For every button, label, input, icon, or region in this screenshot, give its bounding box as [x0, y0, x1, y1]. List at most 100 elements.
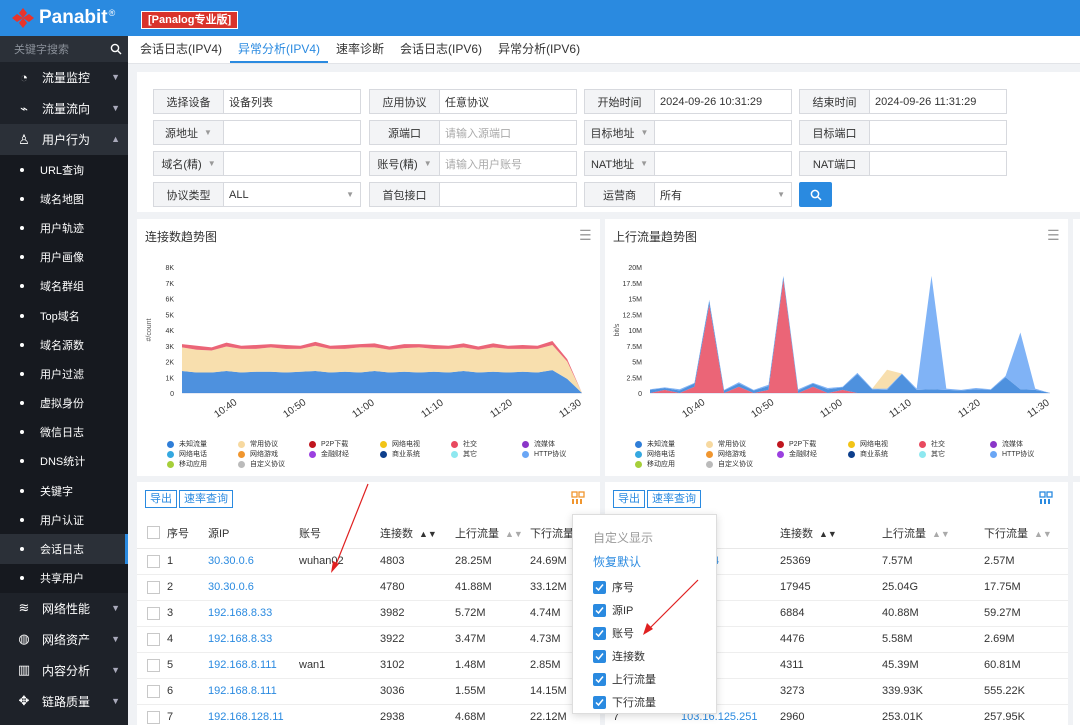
search-button[interactable] — [799, 182, 832, 207]
sidebar-subitem[interactable]: 微信日志 — [0, 417, 128, 447]
sidebar-item-link-quality[interactable]: ✥ 链路质量 ▼ — [0, 686, 128, 717]
sidebar-subitem[interactable]: 用户过滤 — [0, 359, 128, 389]
sort-icon[interactable]: ▲▼ — [932, 529, 950, 539]
legend-item[interactable]: 其它 — [451, 449, 477, 459]
src-ip-link[interactable]: 30.30.0.6 — [208, 548, 299, 575]
account-label[interactable]: 账号(精) ▼ — [370, 152, 440, 175]
sidebar-item-traffic-flow[interactable]: ⌁ 流量流向 ▼ — [0, 93, 128, 124]
area-series-社交[interactable] — [650, 279, 1050, 393]
col-connections[interactable]: 连接数 ▲▼ — [780, 518, 882, 549]
legend-item[interactable]: HTTP协议 — [990, 449, 1034, 459]
sidebar-subitem[interactable]: 用户认证 — [0, 505, 128, 535]
legend-item[interactable]: P2P下载 — [309, 439, 348, 449]
row-checkbox[interactable] — [147, 606, 160, 620]
legend-item[interactable]: 移动应用 — [635, 459, 675, 469]
legend-item[interactable]: 社交 — [919, 439, 945, 449]
legend-item[interactable]: 网络电视 — [380, 439, 420, 449]
table-row[interactable]: 2 30.30.0.6 4780 41.88M 33.12M — [137, 574, 600, 601]
col-connections[interactable]: 连接数 ▲▼ — [380, 518, 455, 549]
dst-addr-field[interactable]: 目标地址 ▼ — [584, 120, 792, 145]
sort-icon[interactable]: ▲▼ — [1034, 529, 1052, 539]
legend-item[interactable]: 未知流量 — [635, 439, 675, 449]
device-field[interactable]: 选择设备 设备列表 — [153, 89, 361, 114]
legend-item[interactable]: HTTP协议 — [522, 449, 566, 459]
domain-field[interactable]: 域名(精) ▼ — [153, 151, 361, 176]
legend-item[interactable]: 网络电话 — [167, 449, 207, 459]
src-addr-field[interactable]: 源地址 ▼ — [153, 120, 361, 145]
row-checkbox[interactable] — [147, 632, 160, 646]
legend-item[interactable]: 其它 — [919, 449, 945, 459]
brand-logo[interactable]: Panabit ® — [10, 6, 115, 30]
reset-default-link[interactable]: 恢复默认 — [593, 553, 641, 570]
sort-icon[interactable]: ▲▼ — [505, 529, 523, 539]
nat-port-field[interactable]: NAT端口 — [799, 151, 1007, 176]
tab-session-log-ipv6[interactable]: 会话日志(IPV6) — [392, 37, 490, 63]
rate-query-button[interactable]: 速率查询 — [179, 490, 233, 508]
columns-config-icon[interactable] — [571, 491, 585, 505]
col-download[interactable]: 下行流量 ▲▼ — [984, 518, 1068, 549]
src-ip-link[interactable]: 192.168.8.111 — [208, 678, 299, 705]
row-select-cell[interactable] — [137, 574, 167, 601]
src-ip-link[interactable]: 192.168.128.11 — [208, 704, 299, 725]
sidebar-subitem[interactable]: DNS统计 — [0, 446, 128, 477]
select-all-cell[interactable] — [137, 518, 167, 549]
tab-anomaly-ipv6[interactable]: 异常分析(IPV6) — [490, 37, 588, 63]
row-select-cell[interactable] — [137, 548, 167, 575]
column-option[interactable]: 源IP — [593, 602, 633, 618]
sidebar-item-traffic-monitor[interactable]: ◔ 流量监控 ▼ — [0, 62, 128, 93]
legend-item[interactable]: 社交 — [451, 439, 477, 449]
row-checkbox[interactable] — [147, 580, 160, 594]
sidebar-subitem[interactable]: Top域名 — [0, 300, 128, 331]
row-checkbox[interactable] — [147, 710, 160, 724]
sidebar-item-user-behavior[interactable]: ♙ 用户行为 ▲ — [0, 124, 128, 155]
sort-icon[interactable]: ▲▼ — [419, 529, 437, 539]
nat-addr-label[interactable]: NAT地址 ▼ — [585, 152, 655, 175]
sidebar-subitem[interactable]: 关键字 — [0, 476, 128, 506]
table-row[interactable]: 3 192.168.8.33 3982 5.72M 4.74M — [137, 600, 600, 627]
column-option[interactable]: 序号 — [593, 579, 634, 595]
rate-query-button[interactable]: 速率查询 — [647, 490, 701, 508]
sidebar-subitem[interactable]: 会话日志 — [0, 534, 128, 564]
legend-item[interactable]: 网络游戏 — [238, 449, 278, 459]
legend-item[interactable]: 流媒体 — [522, 439, 555, 449]
table-row[interactable]: 7 192.168.128.11 2938 4.68M 22.12M — [137, 704, 600, 725]
checkbox-checked-icon[interactable] — [593, 695, 606, 709]
sidebar-subitem[interactable]: 域名群组 — [0, 271, 128, 301]
legend-item[interactable]: 常用协议 — [238, 439, 278, 449]
sidebar-subitem[interactable]: 域名源数 — [0, 330, 128, 360]
sidebar-subitem[interactable]: 虚拟身份 — [0, 388, 128, 418]
columns-config-icon[interactable] — [1039, 491, 1053, 505]
legend-item[interactable]: 常用协议 — [706, 439, 746, 449]
column-option[interactable]: 下行流量 — [593, 694, 656, 710]
table-row[interactable]: 5 192.168.8.111 wan1 3102 1.48M 2.85M — [137, 652, 600, 679]
dst-addr-label[interactable]: 目标地址 ▼ — [585, 121, 655, 144]
isp-select[interactable]: 运营商 所有 ▼ — [584, 182, 792, 207]
sidebar-subitem[interactable]: 用户画像 — [0, 242, 128, 272]
sort-icon[interactable]: ▲▼ — [819, 529, 837, 539]
row-select-cell[interactable] — [137, 678, 167, 705]
sidebar-subitem[interactable]: 用户轨迹 — [0, 213, 128, 243]
checkbox-checked-icon[interactable] — [593, 580, 606, 594]
table-row[interactable]: 1 30.30.0.6 wuhan02 4803 28.25M 24.69M — [137, 548, 600, 575]
tab-rate-diagnosis[interactable]: 速率诊断 — [328, 37, 392, 63]
checkbox-checked-icon[interactable] — [593, 603, 606, 617]
row-checkbox[interactable] — [147, 658, 160, 672]
search-icon[interactable] — [110, 43, 122, 55]
legend-item[interactable]: 网络电话 — [635, 449, 675, 459]
legend-item[interactable]: 网络电视 — [848, 439, 888, 449]
tab-anomaly-ipv4[interactable]: 异常分析(IPV4) — [230, 37, 329, 63]
row-checkbox[interactable] — [147, 554, 160, 568]
src-ip-link[interactable]: 30.30.0.6 — [208, 574, 299, 601]
tab-session-log-ipv4[interactable]: 会话日志(IPV4) — [132, 37, 230, 63]
column-option[interactable]: 上行流量 — [593, 671, 656, 687]
nat-addr-field[interactable]: NAT地址 ▼ — [584, 151, 792, 176]
sidebar-search[interactable]: 关键字搜索 — [0, 36, 128, 62]
column-option[interactable]: 账号 — [593, 625, 634, 641]
legend-item[interactable]: 未知流量 — [167, 439, 207, 449]
dst-port-field[interactable]: 目标端口 — [799, 120, 1007, 145]
legend-item[interactable]: 自定义协议 — [238, 459, 285, 469]
row-select-cell[interactable] — [137, 704, 167, 725]
checkbox-checked-icon[interactable] — [593, 626, 606, 640]
legend-item[interactable]: P2P下载 — [777, 439, 816, 449]
start-time-field[interactable]: 开始时间 2024-09-26 10:31:29 — [584, 89, 792, 114]
